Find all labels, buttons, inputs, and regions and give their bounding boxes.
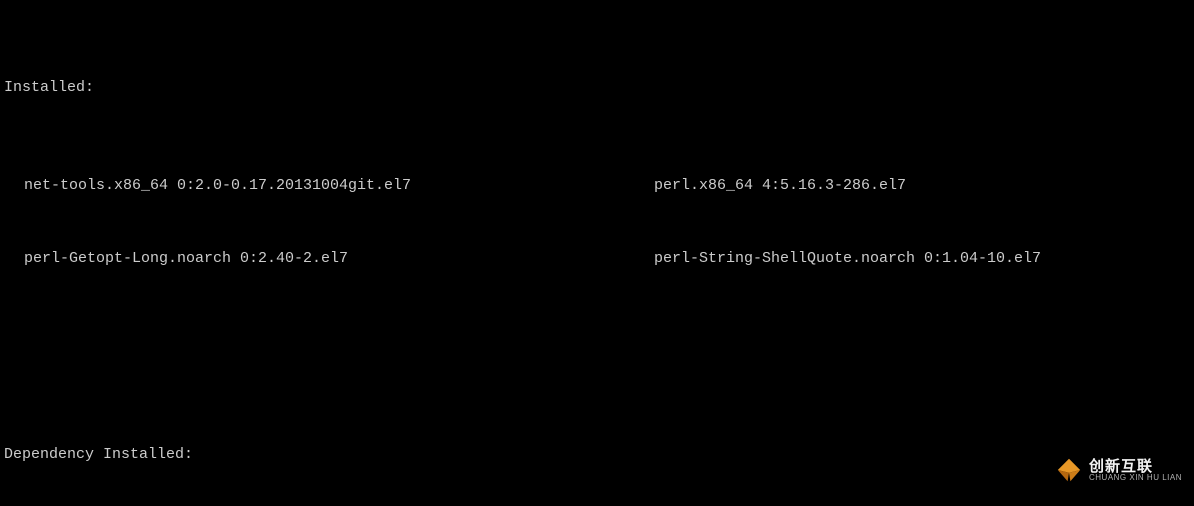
watermark-en: CHUANG XIN HU LIAN <box>1089 474 1182 482</box>
blank-line <box>4 345 1190 370</box>
brand-icon <box>1055 456 1083 484</box>
installed-row: net-tools.x86_64 0:2.0-0.17.20131004git.… <box>4 174 1190 199</box>
installed-header: Installed: <box>4 76 1190 101</box>
pkg-right: perl.x86_64 4:5.16.3-286.el7 <box>654 174 1190 199</box>
terminal-output: Installed: net-tools.x86_64 0:2.0-0.17.2… <box>0 0 1194 506</box>
pkg-left: perl-Getopt-Long.noarch 0:2.40-2.el7 <box>24 247 654 272</box>
watermark-logo: 创新互联 CHUANG XIN HU LIAN <box>1055 456 1182 484</box>
dependency-installed-header: Dependency Installed: <box>4 443 1190 468</box>
pkg-right: perl-String-ShellQuote.noarch 0:1.04-10.… <box>654 247 1190 272</box>
pkg-left: net-tools.x86_64 0:2.0-0.17.20131004git.… <box>24 174 654 199</box>
installed-row: perl-Getopt-Long.noarch 0:2.40-2.el7 per… <box>4 247 1190 272</box>
watermark-cn: 创新互联 <box>1089 459 1182 474</box>
